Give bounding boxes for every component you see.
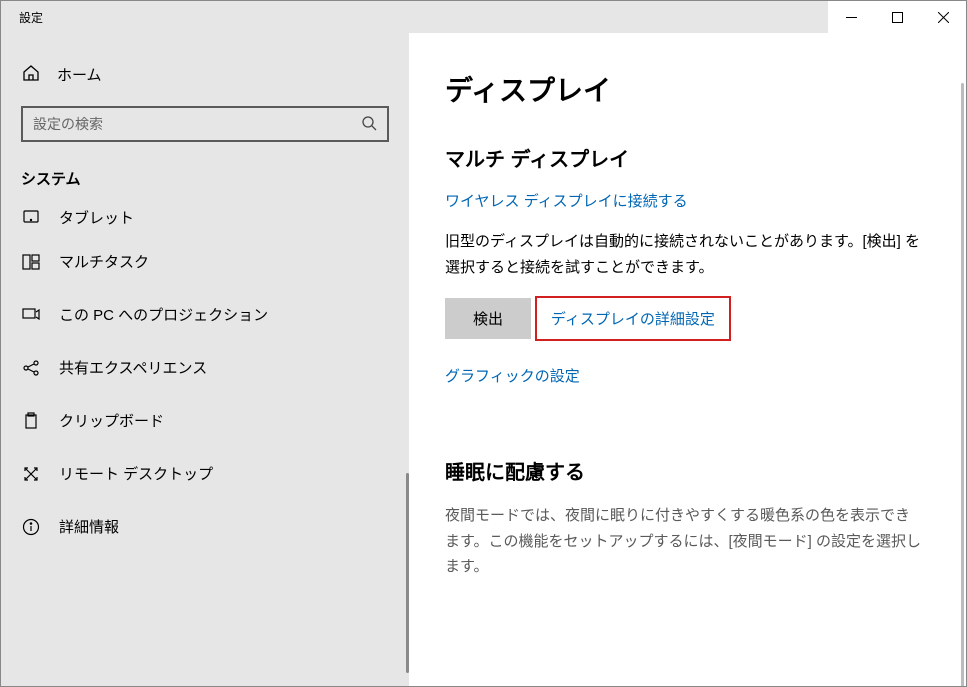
multitask-icon <box>21 252 41 272</box>
share-icon <box>21 358 41 378</box>
sidebar-item-label: リモート デスクトップ <box>59 463 213 484</box>
category-label: システム <box>1 156 409 199</box>
main-scrollbar[interactable] <box>961 83 964 686</box>
multi-display-description: 旧型のディスプレイは自動的に接続されないことがあります。[検出] を選択すると接… <box>445 229 924 280</box>
graphics-settings-link[interactable]: グラフィックの設定 <box>445 365 580 386</box>
home-label: ホーム <box>57 64 102 85</box>
sidebar-item-shared[interactable]: 共有エクスペリエンス <box>1 341 409 394</box>
close-button[interactable] <box>920 1 966 33</box>
sidebar-item-tablet[interactable]: タブレット <box>1 207 409 235</box>
search-box[interactable] <box>21 106 389 142</box>
home-nav[interactable]: ホーム <box>1 53 409 100</box>
sidebar-item-label: この PC へのプロジェクション <box>59 304 268 325</box>
sidebar: ホーム システム タブレット <box>1 33 409 686</box>
sidebar-item-remote[interactable]: リモート デスクトップ <box>1 447 409 500</box>
sidebar-item-label: 共有エクスペリエンス <box>59 357 207 378</box>
section-multi-display: マルチ ディスプレイ <box>445 143 924 172</box>
window-title: 設定 <box>1 9 43 26</box>
sidebar-item-multitask[interactable]: マルチタスク <box>1 235 409 288</box>
sleep-description: 夜間モードでは、夜間に眠りに付きやすくする暖色系の色を表示できます。この機能をセ… <box>445 503 924 580</box>
maximize-button[interactable] <box>874 1 920 33</box>
projection-icon <box>21 305 41 325</box>
tablet-icon <box>21 207 41 227</box>
advanced-display-link[interactable]: ディスプレイの詳細設定 <box>551 308 715 329</box>
search-icon <box>361 115 377 134</box>
sidebar-item-clipboard[interactable]: クリップボード <box>1 394 409 447</box>
sidebar-item-label: タブレット <box>59 207 134 228</box>
sidebar-item-label: マルチタスク <box>59 251 149 272</box>
home-icon <box>21 63 41 86</box>
highlighted-link-box: ディスプレイの詳細設定 <box>535 296 731 341</box>
info-icon <box>21 517 41 537</box>
sidebar-item-label: クリップボード <box>59 410 164 431</box>
sidebar-item-label: 詳細情報 <box>59 516 119 537</box>
wireless-display-link[interactable]: ワイヤレス ディスプレイに接続する <box>445 190 688 211</box>
page-title: ディスプレイ <box>445 69 924 109</box>
remote-desktop-icon <box>21 464 41 484</box>
titlebar: 設定 <box>1 1 966 33</box>
section-sleep: 睡眠に配慮する <box>445 456 924 485</box>
detect-button[interactable]: 検出 <box>445 298 531 339</box>
sidebar-item-about[interactable]: 詳細情報 <box>1 500 409 553</box>
sidebar-item-projection[interactable]: この PC へのプロジェクション <box>1 288 409 341</box>
main-panel: ディスプレイ マルチ ディスプレイ ワイヤレス ディスプレイに接続する 旧型のデ… <box>409 33 966 686</box>
search-input[interactable] <box>33 116 361 132</box>
clipboard-icon <box>21 411 41 431</box>
minimize-button[interactable] <box>828 1 874 33</box>
